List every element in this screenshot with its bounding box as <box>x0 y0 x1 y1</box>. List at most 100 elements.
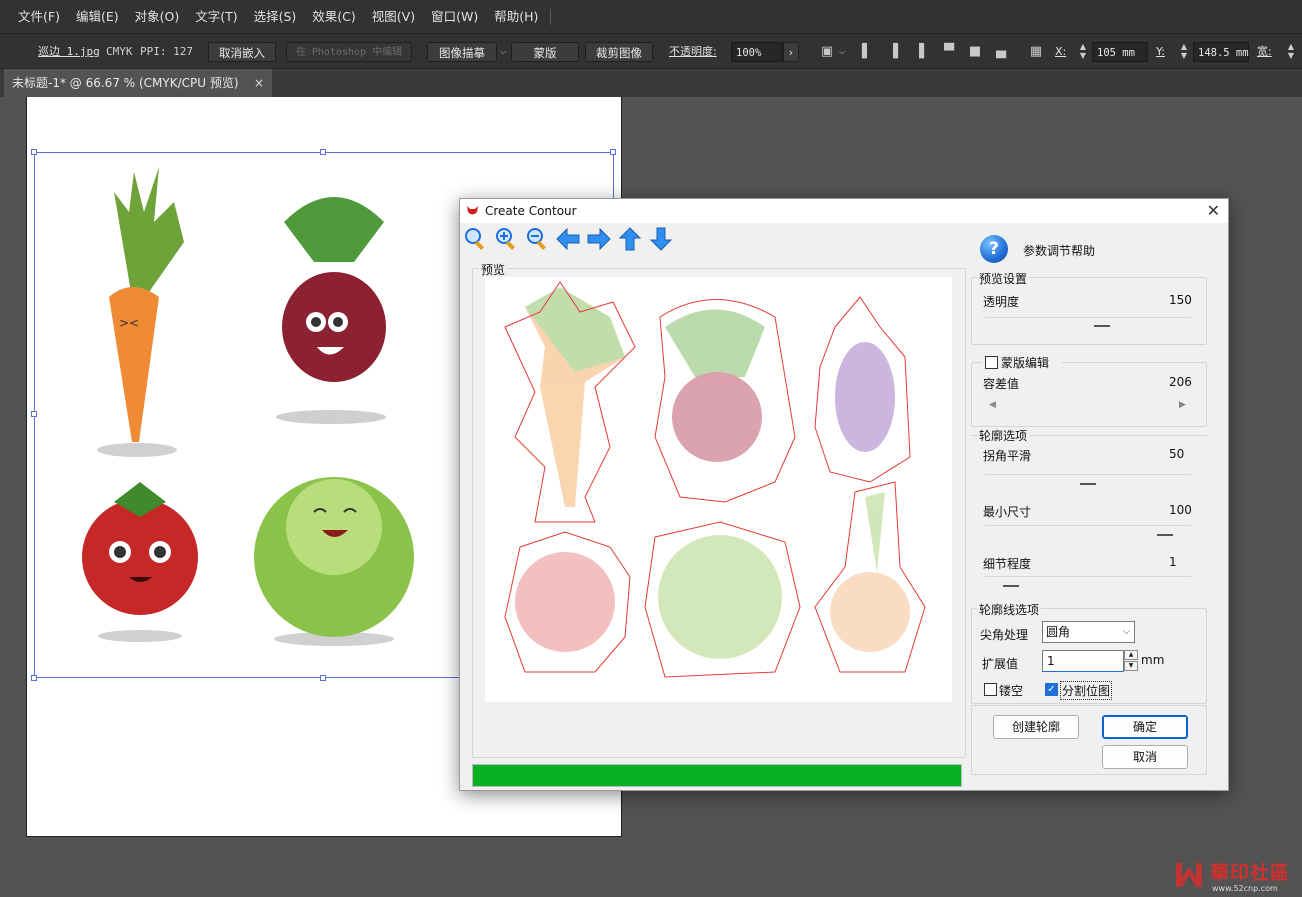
arrow-left-icon[interactable] <box>555 226 581 252</box>
menu-edit[interactable]: 编辑(E) <box>68 0 127 33</box>
detail-level-slider-thumb[interactable] <box>1003 585 1019 587</box>
expand-value-input[interactable]: 1 <box>1042 650 1124 672</box>
menu-type[interactable]: 文字(T) <box>187 0 245 33</box>
preview-settings-group <box>971 277 1207 345</box>
crop-image-button[interactable]: 裁剪图像 <box>585 42 653 62</box>
transparency-slider-track[interactable] <box>985 317 1191 318</box>
opacity-expand-icon[interactable]: › <box>783 42 799 62</box>
resize-handle-left[interactable] <box>31 411 37 417</box>
watermark-text: 華印社區 <box>1210 862 1291 884</box>
hollow-label[interactable]: 镂空 <box>999 682 1023 699</box>
arrow-right-icon[interactable] <box>586 226 612 252</box>
align-top-icon[interactable]: ▀ <box>940 42 958 62</box>
expand-value-label: 扩展值 <box>982 657 1019 671</box>
x-stepper-icon[interactable]: ▲ ▼ <box>1078 42 1088 62</box>
menu-select[interactable]: 选择(S) <box>246 0 305 33</box>
y-stepper-icon[interactable]: ▲ ▼ <box>1179 42 1189 62</box>
zoom-out-icon[interactable] <box>525 226 551 252</box>
preview-onion <box>830 492 910 652</box>
dialog-title-bar[interactable]: Create Contour ✕ <box>460 199 1228 223</box>
watermark: 華印社區 www.52cnp.com <box>1172 857 1300 895</box>
corner-smooth-label: 拐角平滑 <box>983 449 1032 463</box>
resize-handle-bottom[interactable] <box>320 675 326 681</box>
mask-edit-checkbox[interactable] <box>985 356 998 369</box>
control-bar: 巡边 1.jpg CMYK PPI: 127 取消嵌入 在 Photoshop … <box>0 33 1302 69</box>
detail-level-value: 1 <box>1169 555 1177 569</box>
transparency-value: 150 <box>1169 293 1192 307</box>
resize-handle-top-left[interactable] <box>31 149 37 155</box>
create-contour-button[interactable]: 创建轮廓 <box>993 715 1079 739</box>
align-left-icon[interactable]: ▌ <box>858 42 876 62</box>
transparency-slider-thumb[interactable] <box>1094 325 1110 327</box>
x-label: X: <box>1055 45 1067 58</box>
x-input[interactable]: 105 mm <box>1092 42 1148 62</box>
preview-carrot <box>525 287 625 507</box>
arrow-down-icon[interactable] <box>648 226 674 252</box>
ok-button[interactable]: 确定 <box>1102 715 1188 739</box>
menu-view[interactable]: 视图(V) <box>364 0 423 33</box>
menu-window[interactable]: 窗口(W) <box>423 0 486 33</box>
resize-handle-top-right[interactable] <box>610 149 616 155</box>
help-icon[interactable]: ? <box>980 235 1008 263</box>
progress-bar <box>472 764 962 787</box>
split-bitmap-label[interactable]: 分割位图 <box>1060 681 1113 700</box>
color-mode: CMYK <box>106 45 133 58</box>
menu-file[interactable]: 文件(F) <box>10 0 68 33</box>
min-size-slider-thumb[interactable] <box>1157 534 1173 536</box>
corner-handling-select[interactable]: 圆角 ⌵ <box>1042 621 1135 643</box>
reference-point-icon[interactable]: ▦ <box>1027 42 1045 62</box>
align-vcenter-icon[interactable]: ■ <box>966 42 984 62</box>
align-hcenter-icon[interactable]: ▐ <box>884 42 902 62</box>
corner-smooth-slider-track[interactable] <box>985 474 1191 475</box>
cancel-button[interactable]: 取消 <box>1102 745 1188 769</box>
help-label[interactable]: 参数调节帮助 <box>1023 242 1095 259</box>
linked-file-name[interactable]: 巡边 1.jpg <box>38 42 100 62</box>
edit-in-photoshop-button: 在 Photoshop 中编辑 <box>286 42 412 62</box>
corner-smooth-slider-thumb[interactable] <box>1080 483 1096 485</box>
menu-help[interactable]: 帮助(H) <box>486 0 546 33</box>
tolerance-scroll-left-icon[interactable]: ◀ <box>989 400 996 410</box>
zoom-in-icon[interactable] <box>494 226 520 252</box>
expand-unit: mm <box>1141 653 1165 667</box>
align-bottom-icon[interactable]: ▄ <box>992 42 1010 62</box>
opacity-label[interactable]: 不透明度: <box>669 42 717 62</box>
expand-up-icon[interactable]: ▲ <box>1124 650 1138 660</box>
corner-handling-label: 尖角处理 <box>980 628 1029 642</box>
mask-button[interactable]: 蒙版 <box>511 42 579 62</box>
tolerance-label: 容差值 <box>983 377 1020 391</box>
close-icon[interactable]: × <box>254 69 264 97</box>
app-logo-icon <box>467 206 478 215</box>
preview-group-label: 预览 <box>479 261 508 278</box>
unembed-button[interactable]: 取消嵌入 <box>208 42 276 62</box>
menu-bar: 文件(F) 编辑(E) 对象(O) 文字(T) 选择(S) 效果(C) 视图(V… <box>0 0 1302 33</box>
chevron-down-icon[interactable]: ⌵ <box>833 42 851 62</box>
align-right-icon[interactable]: ▐ <box>910 42 928 62</box>
tolerance-value: 206 <box>1169 375 1192 389</box>
image-trace-button[interactable]: 图像描摹 <box>427 42 497 62</box>
watermark-logo-icon <box>1176 863 1202 887</box>
split-bitmap-checkbox[interactable]: ✓ <box>1045 683 1058 696</box>
detail-level-slider-track[interactable] <box>985 576 1191 577</box>
width-stepper-icon[interactable]: ▲ ▼ <box>1286 42 1296 62</box>
y-input[interactable]: 148.5 mm <box>1193 42 1249 62</box>
width-label: 宽: <box>1257 45 1272 58</box>
image-trace-dropdown-icon[interactable]: ⌵ <box>494 42 512 62</box>
mask-edit-label[interactable]: 蒙版编辑 <box>1001 354 1049 371</box>
preview-cabbage <box>658 535 782 659</box>
create-contour-dialog: Create Contour ✕ 预览 ? 参数调节帮助 预览设置 透明度 15… <box>459 198 1229 791</box>
contour-preview-canvas[interactable] <box>485 277 952 702</box>
detail-level-label: 细节程度 <box>983 557 1032 571</box>
tolerance-scroll-right-icon[interactable]: ▶ <box>1179 400 1186 410</box>
arrow-up-icon[interactable] <box>617 226 643 252</box>
resize-handle-bottom-left[interactable] <box>31 675 37 681</box>
hollow-checkbox[interactable] <box>984 683 997 696</box>
min-size-slider-track[interactable] <box>985 525 1191 526</box>
resize-handle-top[interactable] <box>320 149 326 155</box>
menu-object[interactable]: 对象(O) <box>127 0 188 33</box>
menu-effect[interactable]: 效果(C) <box>304 0 363 33</box>
close-icon[interactable]: ✕ <box>1207 201 1220 220</box>
opacity-input[interactable]: 100% <box>731 42 783 62</box>
document-tab[interactable]: 未标题-1* @ 66.67 % (CMYK/CPU 预览) × <box>4 69 272 97</box>
zoom-fit-icon[interactable] <box>463 226 489 252</box>
expand-down-icon[interactable]: ▼ <box>1124 661 1138 671</box>
